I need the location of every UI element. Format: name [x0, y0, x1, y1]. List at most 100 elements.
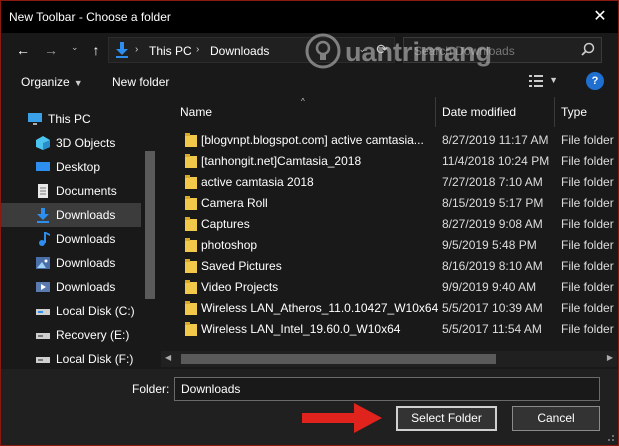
sidebar-item-this-pc[interactable]: This PC	[1, 107, 141, 131]
file-name: Wireless LAN_Intel_19.60.0_W10x64	[201, 322, 401, 336]
organize-caret-icon: ▼	[73, 78, 83, 88]
scroll-left-icon[interactable]: ◀	[165, 353, 171, 362]
file-name: photoshop	[201, 238, 258, 252]
view-dropdown-icon[interactable]: ▼	[549, 75, 558, 85]
sidebar-item-videos[interactable]: Downloads	[1, 275, 141, 299]
sidebar-item-downloads[interactable]: Downloads	[1, 203, 141, 227]
file-date: 8/27/2019 9:08 AM	[442, 217, 543, 231]
file-date: 9/5/2019 5:48 PM	[442, 238, 537, 252]
file-row[interactable]: Wireless LAN_Atheros_11.0.10427_W10x64 5…	[161, 298, 617, 319]
sidebar-item-local-disk-c[interactable]: Local Disk (C:)	[1, 299, 141, 323]
breadcrumb-separator-icon: ›	[135, 44, 139, 55]
organize-button[interactable]: Organize ▼	[21, 75, 83, 89]
file-date: 8/15/2019 5:17 PM	[442, 196, 544, 210]
folder-input[interactable]	[175, 378, 599, 400]
file-row[interactable]: [blogvnpt.blogspot.com] active camtasia.…	[161, 130, 617, 151]
folder-icon	[185, 259, 197, 273]
folder-icon	[185, 175, 197, 189]
sidebar-item-label: Local Disk (F:)	[56, 352, 134, 366]
sidebar-item-local-disk-f[interactable]: Local Disk (F:)	[1, 347, 141, 371]
breadcrumb-this-pc[interactable]: This PC	[149, 44, 192, 58]
file-type: File folder	[561, 175, 614, 189]
scrollbar-thumb[interactable]	[181, 354, 496, 364]
new-folder-button[interactable]: New folder	[112, 75, 169, 89]
file-type: File folder	[561, 259, 614, 273]
search-icon[interactable]	[581, 42, 595, 56]
sidebar-scrollbar[interactable]	[145, 151, 155, 299]
file-type: File folder	[561, 322, 614, 336]
recent-locations-chevron-icon[interactable]: ⌄	[71, 42, 79, 53]
sidebar-item-pictures[interactable]: Downloads	[1, 251, 141, 275]
view-options-icon[interactable]	[528, 73, 544, 89]
file-date: 9/9/2019 9:40 AM	[442, 280, 537, 294]
up-arrow-icon[interactable]: ↑	[87, 40, 105, 60]
watermark-bulb-logo	[305, 33, 341, 69]
sidebar-item-label: Desktop	[56, 160, 101, 174]
breadcrumb-downloads[interactable]: Downloads	[210, 44, 269, 58]
sidebar-item-recovery-e[interactable]: Recovery (E:)	[1, 323, 141, 347]
folder-field[interactable]	[174, 377, 600, 401]
folder-icon	[185, 322, 197, 336]
folder-icon	[185, 196, 197, 210]
cube-icon	[36, 136, 50, 150]
scroll-right-icon[interactable]: ▶	[607, 353, 613, 362]
forward-arrow-icon[interactable]: →	[42, 40, 60, 60]
sidebar-item-documents[interactable]: Documents	[1, 179, 141, 203]
file-row[interactable]: Saved Pictures 8/16/2019 8:10 AM File fo…	[161, 256, 617, 277]
help-icon[interactable]: ?	[586, 72, 604, 90]
choose-folder-dialog: New Toolbar - Choose a folder ✕ ← → ⌄ ↑ …	[0, 0, 619, 446]
column-header-row: ^ Name Date modified Type	[161, 97, 617, 127]
file-date: 8/27/2019 11:17 AM	[442, 133, 549, 147]
drive-icon	[36, 357, 50, 363]
sidebar-item-label: Downloads	[56, 280, 116, 294]
sidebar-item-desktop[interactable]: Desktop	[1, 155, 141, 179]
file-type: File folder	[561, 196, 614, 210]
file-row[interactable]: Video Projects 9/9/2019 9:40 AM File fol…	[161, 277, 617, 298]
file-list: ^ Name Date modified Type [blogvnpt.blog…	[161, 97, 617, 369]
file-date: 5/5/2017 10:39 AM	[442, 301, 543, 315]
sidebar-item-label: This PC	[48, 112, 91, 126]
cancel-button[interactable]: Cancel	[512, 406, 600, 431]
folder-icon	[185, 154, 197, 168]
folder-icon	[185, 301, 197, 315]
column-divider[interactable]	[554, 97, 555, 127]
sidebar-item-label: Documents	[56, 184, 117, 198]
file-date: 5/5/2017 11:54 AM	[442, 322, 542, 336]
file-name: Saved Pictures	[201, 259, 282, 273]
sidebar-item-label: Downloads	[56, 208, 116, 222]
download-icon	[37, 208, 49, 223]
music-icon	[39, 232, 50, 246]
file-row[interactable]: Captures 8/27/2019 9:08 AM File folder	[161, 214, 617, 235]
column-header-date-modified[interactable]: Date modified	[442, 105, 516, 119]
column-header-type[interactable]: Type	[561, 105, 587, 119]
sidebar-item-label: Downloads	[56, 256, 116, 270]
file-row[interactable]: active camtasia 2018 7/27/2018 7:10 AM F…	[161, 172, 617, 193]
command-toolbar: Organize ▼ New folder ▼ ?	[1, 67, 618, 97]
sidebar-item-3d-objects[interactable]: 3D Objects	[1, 131, 141, 155]
watermark-text: uantrimang	[345, 37, 493, 67]
file-type: File folder	[561, 238, 614, 252]
column-header-name[interactable]: Name	[180, 105, 212, 119]
pictures-icon	[36, 257, 50, 269]
desktop-icon	[36, 162, 50, 171]
file-type: File folder	[561, 133, 614, 147]
file-row[interactable]: photoshop 9/5/2019 5:48 PM File folder	[161, 235, 617, 256]
title-bar[interactable]: New Toolbar - Choose a folder ✕	[1, 1, 618, 33]
sidebar-item-label: Downloads	[56, 232, 116, 246]
sort-caret-icon: ^	[301, 97, 305, 106]
select-folder-button[interactable]: Select Folder	[396, 406, 497, 431]
horizontal-scrollbar[interactable]: ◀ ▶	[161, 351, 617, 367]
file-row[interactable]: Wireless LAN_Intel_19.60.0_W10x64 5/5/20…	[161, 319, 617, 340]
file-row[interactable]: Camera Roll 8/15/2019 5:17 PM File folde…	[161, 193, 617, 214]
sidebar-item-music[interactable]: Downloads	[1, 227, 141, 251]
folder-label: Folder:	[132, 382, 170, 396]
resize-grip-icon[interactable]	[605, 432, 615, 442]
file-name: active camtasia 2018	[201, 175, 314, 189]
file-type: File folder	[561, 154, 614, 168]
back-arrow-icon[interactable]: ←	[14, 40, 32, 60]
file-row[interactable]: [tanhongit.net]Camtasia_2018 11/4/2018 1…	[161, 151, 617, 172]
sidebar-item-label: Local Disk (C:)	[56, 304, 135, 318]
window-title: New Toolbar - Choose a folder	[9, 10, 171, 24]
column-divider[interactable]	[435, 97, 436, 127]
close-icon[interactable]: ✕	[588, 5, 612, 29]
